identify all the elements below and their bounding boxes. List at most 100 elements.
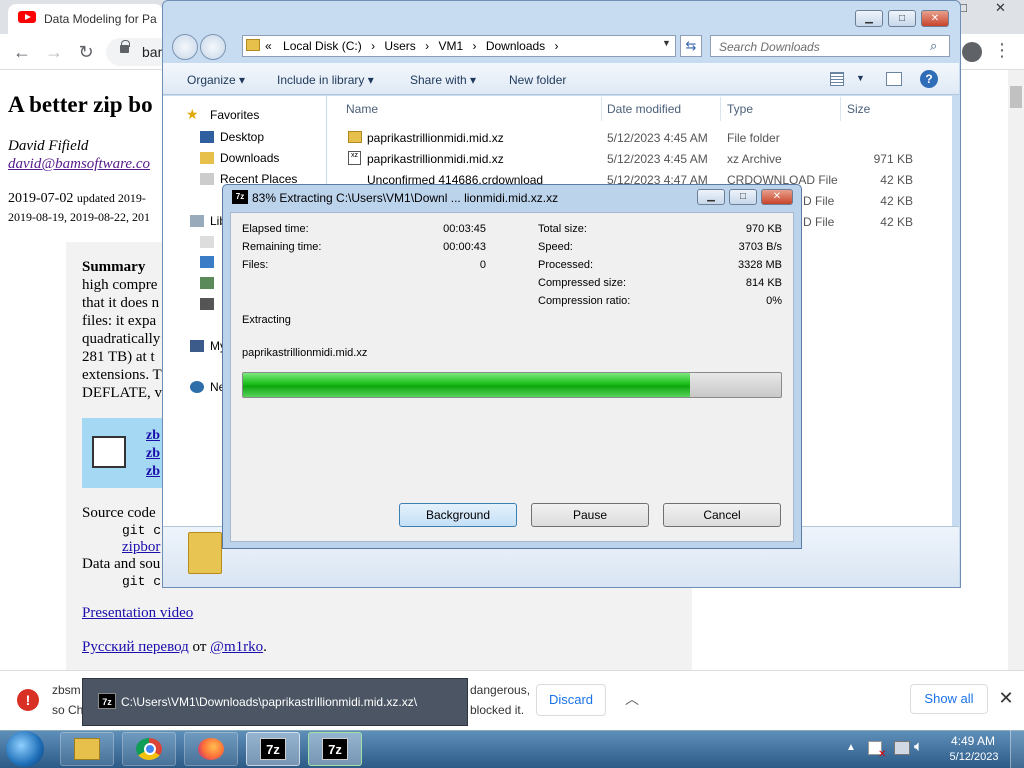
summary-line: quadratically — [82, 331, 161, 347]
new-folder-button[interactable]: New folder — [509, 73, 566, 87]
chrome-close-icon[interactable]: ✕ — [995, 0, 1006, 16]
explorer-back-icon[interactable] — [172, 34, 198, 60]
view-dropdown-icon[interactable]: ▼ — [856, 73, 865, 83]
address-bar[interactable]: « Local Disk (C:) › Users › VM1 › Downlo… — [242, 35, 676, 57]
progress-bar — [242, 372, 782, 398]
alert-badge-icon: ✕ — [878, 749, 887, 760]
nav-downloads[interactable]: Downloads — [220, 151, 279, 165]
help-icon[interactable]: ? — [920, 70, 938, 88]
nav-desktop[interactable]: Desktop — [220, 130, 264, 144]
tab-title: Data Modeling for Pa — [44, 12, 157, 26]
breadcrumb-separator-icon[interactable]: › — [472, 39, 476, 53]
translator-link[interactable]: @m1rko — [210, 639, 263, 655]
forward-icon[interactable]: → — [42, 40, 66, 64]
zipbomb-link[interactable]: zb — [146, 446, 160, 462]
lock-icon[interactable] — [120, 40, 130, 53]
breadcrumb-item[interactable]: Users — [384, 39, 415, 53]
current-file-name: paprikastrillionmidi.mid.xz — [242, 347, 368, 359]
dialog-minimize-button[interactable]: ▁ — [697, 189, 725, 205]
explorer-forward-icon[interactable] — [200, 34, 226, 60]
volume-icon[interactable]: 🔈︎ — [914, 738, 923, 755]
breadcrumb-overflow[interactable]: « — [265, 39, 272, 53]
cancel-button[interactable]: Cancel — [663, 503, 781, 527]
breadcrumb-item[interactable]: Local Disk (C:) — [283, 39, 362, 53]
summary-line: 281 TB) at t — [82, 349, 155, 365]
date-updated: updated 2019- — [76, 191, 146, 205]
chrome-window-controls[interactable]: □ ✕ — [955, 0, 1024, 18]
pause-button[interactable]: Pause — [531, 503, 649, 527]
show-hidden-icons-icon[interactable]: ▲ — [846, 742, 856, 753]
7zip-icon: 7z — [322, 738, 348, 760]
nav-favorites[interactable]: Favorites — [210, 108, 259, 122]
share-with-menu[interactable]: Share with ▾ — [410, 73, 476, 87]
firefox-icon — [198, 738, 224, 760]
file-size: 971 KB — [873, 152, 913, 166]
speed-label: Speed: — [538, 241, 573, 253]
include-in-library-menu[interactable]: Include in library ▾ — [277, 73, 374, 87]
date-published: 2019-07-02 — [8, 191, 74, 206]
column-name[interactable]: Name — [346, 102, 378, 116]
column-size[interactable]: Size — [847, 102, 870, 116]
column-separator[interactable] — [840, 97, 841, 121]
refresh-icon[interactable]: ⇆ — [680, 35, 702, 57]
search-icon[interactable]: ⌕ — [930, 38, 937, 54]
page-heading: A better zip bo — [8, 92, 153, 117]
dialog-close-button[interactable]: ✕ — [761, 189, 793, 205]
zipbomb-link[interactable]: zb — [146, 464, 160, 480]
file-name[interactable]: paprikastrillionmidi.mid.xz — [367, 131, 504, 145]
maximize-button[interactable]: □ — [888, 10, 916, 27]
profile-avatar-icon[interactable] — [962, 42, 982, 62]
chevron-up-icon[interactable]: ︿ — [622, 689, 642, 709]
author-email-link[interactable]: david@bamsoftware.co — [8, 156, 150, 173]
progress-bar-fill — [243, 373, 690, 397]
close-download-bar-icon[interactable]: ✕ — [996, 688, 1016, 708]
scrollbar-thumb[interactable] — [1010, 86, 1022, 108]
breadcrumb-item[interactable]: VM1 — [438, 39, 463, 53]
search-input[interactable]: Search Downloads — [710, 35, 950, 57]
show-all-button[interactable]: Show all — [910, 684, 988, 714]
breadcrumb-item[interactable]: Downloads — [486, 39, 545, 53]
organize-menu[interactable]: Organize ▾ — [187, 73, 245, 87]
file-date: 5/12/2023 4:45 AM — [607, 152, 708, 166]
close-button[interactable]: ✕ — [921, 10, 949, 27]
file-name[interactable]: paprikastrillionmidi.mid.xz — [367, 152, 504, 166]
breadcrumb-separator-icon[interactable]: › — [555, 39, 559, 53]
chrome-menu-icon[interactable]: ⋮ — [990, 40, 1014, 64]
libraries-icon — [190, 215, 204, 227]
zipbomb-repo-link[interactable]: zipbor — [122, 539, 160, 556]
back-icon[interactable]: ← — [10, 40, 34, 64]
7zip-icon: 7z — [260, 738, 286, 760]
clock-date[interactable]: 5/12/2023 — [944, 751, 1004, 763]
share-label: Share with — [410, 73, 467, 87]
address-dropdown-icon[interactable]: ▼ — [662, 38, 671, 48]
date-line-2: 2019-08-19, 2019-08-22, 201 — [8, 210, 150, 224]
russian-translation-link[interactable]: Русский перевод — [82, 639, 189, 655]
column-separator[interactable] — [601, 97, 602, 121]
column-separator[interactable] — [720, 97, 721, 121]
background-button[interactable]: Background — [399, 503, 517, 527]
discard-button[interactable]: Discard — [536, 684, 606, 716]
remaining-time-label: Remaining time: — [242, 241, 322, 253]
view-options-icon[interactable] — [830, 72, 844, 86]
reload-icon[interactable]: ↻ — [74, 40, 98, 64]
clock-time[interactable]: 4:49 AM — [948, 734, 998, 748]
favorites-star-icon: ★ — [186, 106, 199, 122]
dialog-maximize-button[interactable]: □ — [729, 189, 757, 205]
column-date-modified[interactable]: Date modified — [607, 102, 681, 116]
music-icon — [200, 256, 214, 268]
zip-file-icon — [92, 436, 126, 468]
download-filename: zbsm — [52, 683, 81, 697]
compressed-size-label: Compressed size: — [538, 277, 627, 289]
minimize-button[interactable]: ▁ — [855, 10, 883, 27]
presentation-video-link[interactable]: Presentation video — [82, 605, 193, 622]
breadcrumb-separator-icon[interactable]: › — [371, 39, 375, 53]
network-tray-icon[interactable] — [894, 741, 910, 755]
show-desktop-button[interactable] — [1010, 730, 1024, 768]
page-scrollbar[interactable] — [1008, 70, 1024, 670]
zipbomb-link[interactable]: zb — [146, 428, 160, 444]
breadcrumb-separator-icon[interactable]: › — [425, 39, 429, 53]
download-warning-text: blocked it. — [470, 703, 525, 717]
preview-pane-icon[interactable] — [886, 72, 902, 86]
start-button-icon[interactable] — [6, 731, 44, 767]
column-type[interactable]: Type — [727, 102, 753, 116]
